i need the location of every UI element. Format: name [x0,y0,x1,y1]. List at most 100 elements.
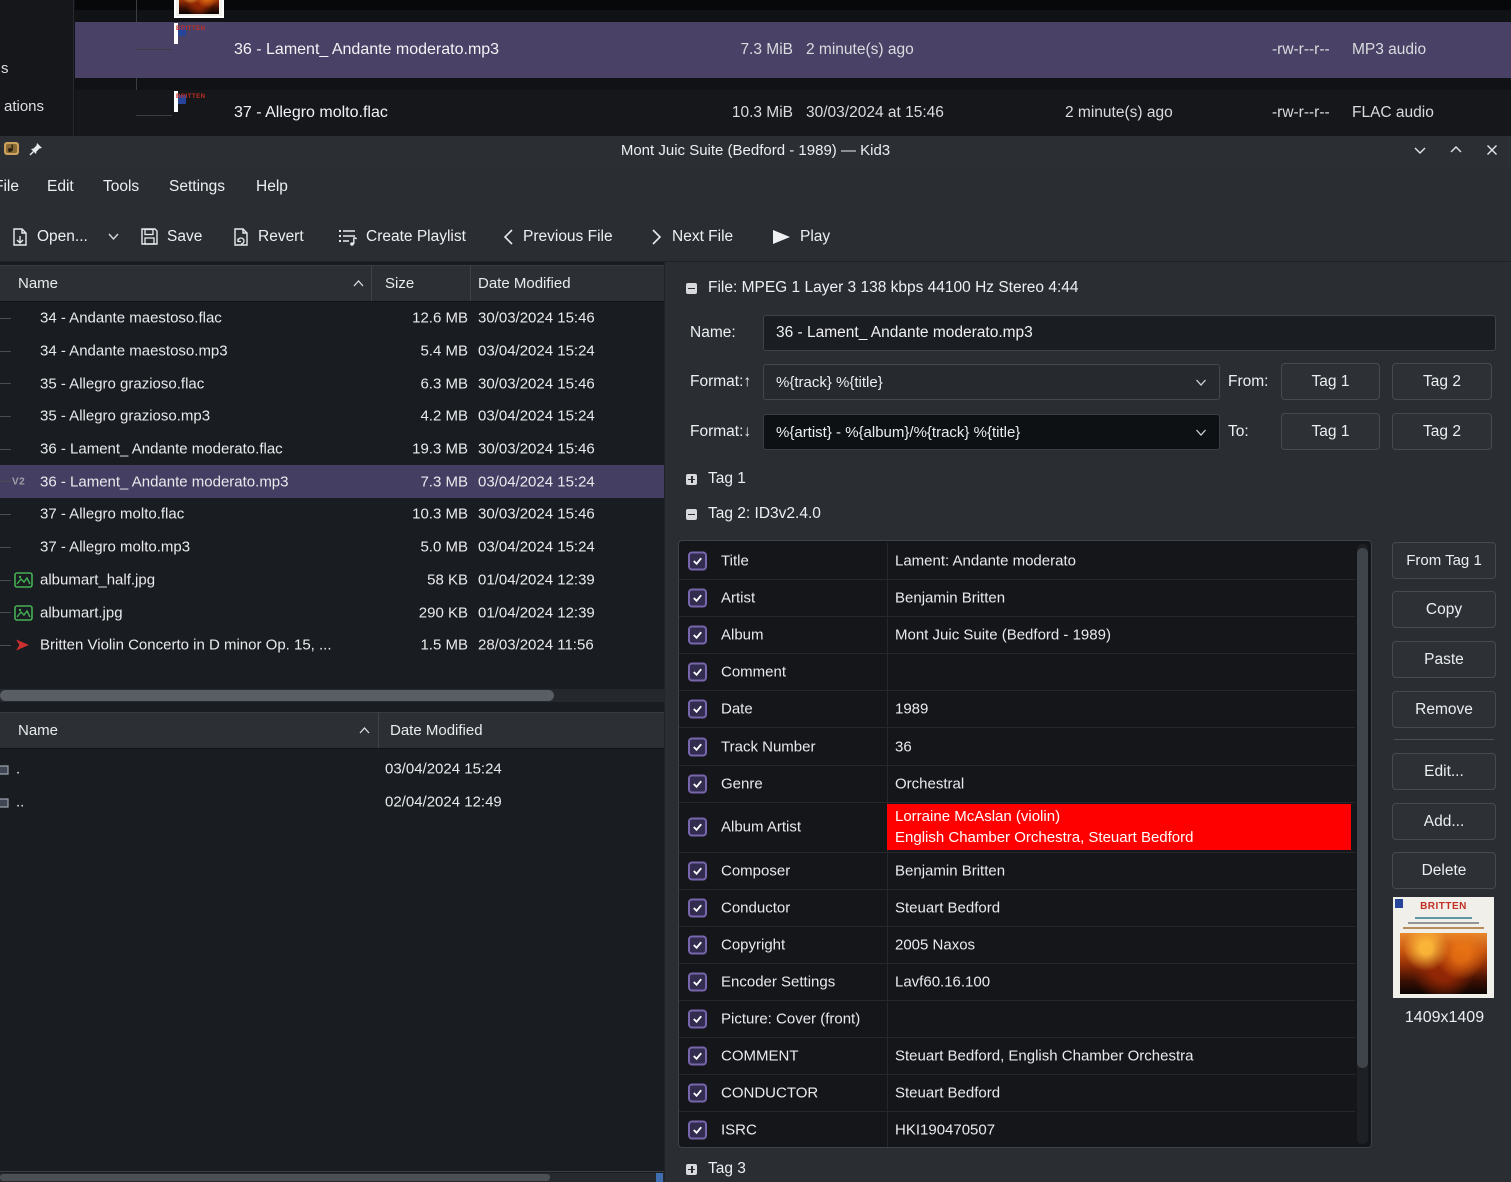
file-row[interactable]: 37 - Allegro molto.flac10.3 MB30/03/2024… [0,498,664,531]
tag-row[interactable]: Track Number36 [679,728,1355,765]
tag-row[interactable]: ArtistBenjamin Britten [679,580,1355,617]
checkbox[interactable] [688,589,707,608]
from-tag1-format-button[interactable]: Tag 1 [1281,363,1380,400]
tag-row[interactable]: Comment [679,654,1355,691]
tag-row[interactable]: Picture: Cover (front) [679,1001,1355,1038]
open-button[interactable]: Open... [10,212,88,261]
tag-row-album-artist[interactable]: Album ArtistLorraine McAslan (violin) En… [679,803,1355,853]
menu-file[interactable]: File [0,178,19,196]
tag-row[interactable]: Date1989 [679,691,1355,728]
scrollbar-handle[interactable] [0,690,554,701]
checkbox[interactable] [688,1121,707,1140]
header-date-modified[interactable]: Date Modified [478,275,571,292]
revert-button[interactable]: Revert [231,212,304,261]
scrollbar-handle[interactable] [1357,548,1368,1068]
collapse-icon[interactable] [686,509,697,520]
titlebar[interactable]: Mont Juic Suite (Bedford - 1989) — Kid3 [0,136,1511,166]
copy-button[interactable]: Copy [1392,591,1496,628]
fm-sidebar-item[interactable]: s [1,60,9,77]
tag-row[interactable]: ComposerBenjamin Britten [679,853,1355,890]
dir-row[interactable]: .03/04/2024 15:24 [0,752,664,785]
checkbox[interactable] [688,898,707,917]
tag1-section[interactable]: Tag 1 [686,470,746,488]
horizontal-scrollbar[interactable] [0,689,665,702]
add-button[interactable]: Add... [1392,803,1496,840]
from-tag2-format-button[interactable]: Tag 2 [1392,363,1492,400]
checkbox[interactable] [688,1047,707,1066]
tag-row[interactable]: Encoder SettingsLavf60.16.100 [679,964,1355,1001]
next-file-button[interactable]: Next File [650,212,733,261]
save-button[interactable]: Save [140,212,202,261]
expand-icon[interactable] [686,474,697,485]
checkbox[interactable] [688,552,707,571]
tag3-section[interactable]: Tag 3 [686,1160,746,1178]
menu-settings[interactable]: Settings [169,178,225,196]
file-row[interactable]: 34 - Andante maestoso.flac12.6 MB30/03/2… [0,302,664,335]
format-from-filename-combobox[interactable]: %{track} %{title} [763,364,1220,400]
checkbox[interactable] [688,935,707,954]
scrollbar-handle[interactable] [0,1174,550,1181]
tag-row[interactable]: CONDUCTORSteuart Bedford [679,1075,1355,1112]
fm-row-selected[interactable]: BRITTEN 36 - Lament_ Andante moderato.mp… [75,22,1511,78]
edit-button[interactable]: Edit... [1392,753,1496,790]
delete-button[interactable]: Delete [1392,852,1496,889]
open-dropdown-chevron[interactable] [107,212,120,261]
bottom-horizontal-scrollbar[interactable] [0,1173,664,1182]
close-button[interactable] [1481,139,1503,161]
error-highlighted-value[interactable]: Lorraine McAslan (violin) English Chambe… [887,804,1351,850]
from-tag1-button[interactable]: From Tag 1 [1392,542,1496,579]
remove-button[interactable]: Remove [1392,691,1496,728]
format-to-filename-combobox[interactable]: %{artist} - %{album}/%{track} %{title} [763,414,1220,450]
tag2-section[interactable]: Tag 2: ID3v2.4.0 [686,505,821,523]
checkbox[interactable] [688,774,707,793]
checkbox[interactable] [688,663,707,682]
menu-help[interactable]: Help [256,178,288,196]
tag-row[interactable]: GenreOrchestral [679,766,1355,803]
maximize-button[interactable] [1445,139,1467,161]
checkbox[interactable] [688,818,707,837]
tag-row[interactable]: ISRCHKI190470507 [679,1112,1355,1148]
checkbox[interactable] [688,626,707,645]
checkbox[interactable] [688,700,707,719]
file-row[interactable]: albumart_half.jpg58 KB01/04/2024 12:39 [0,564,664,597]
file-row[interactable]: 35 - Allegro grazioso.flac6.3 MB30/03/20… [0,367,664,400]
tag-row[interactable]: AlbumMont Juic Suite (Bedford - 1989) [679,617,1355,654]
header-size[interactable]: Size [385,275,414,292]
file-row[interactable]: Britten Violin Concerto in D minor Op. 1… [0,629,664,662]
checkbox[interactable] [688,861,707,880]
header-name[interactable]: Name [18,275,58,292]
checkbox[interactable] [688,1010,707,1029]
file-row[interactable]: 34 - Andante maestoso.mp35.4 MB03/04/202… [0,335,664,368]
previous-file-button[interactable]: Previous File [501,212,613,261]
checkbox[interactable] [688,972,707,991]
create-playlist-button[interactable]: Create Playlist [337,212,466,261]
menu-edit[interactable]: Edit [47,178,74,196]
fm-sidebar-item[interactable]: ations [4,98,44,115]
paste-button[interactable]: Paste [1392,641,1496,678]
tag-row[interactable]: COMMENTSteuart Bedford, English Chamber … [679,1038,1355,1075]
file-row-selected[interactable]: V236 - Lament_ Andante moderato.mp37.3 M… [0,465,664,498]
checkbox[interactable] [688,1084,707,1103]
album-art-preview[interactable]: BRITTEN [1393,897,1494,998]
header-name[interactable]: Name [18,722,58,739]
to-tag2-format-button[interactable]: Tag 2 [1392,413,1492,450]
filename-input[interactable]: 36 - Lament_ Andante moderato.mp3 [763,315,1496,351]
checkbox[interactable] [688,737,707,756]
file-row[interactable]: albumart.jpg290 KB01/04/2024 12:39 [0,596,664,629]
expand-icon[interactable] [686,1164,697,1175]
to-tag1-format-button[interactable]: Tag 1 [1281,413,1380,450]
file-row[interactable]: 35 - Allegro grazioso.mp34.2 MB03/04/202… [0,400,664,433]
collapse-icon[interactable] [686,283,697,294]
file-row[interactable]: 36 - Lament_ Andante moderato.flac19.3 M… [0,433,664,466]
tag-row[interactable]: ConductorSteuart Bedford [679,890,1355,927]
file-info-section[interactable]: File: MPEG 1 Layer 3 138 kbps 44100 Hz S… [686,279,1079,297]
play-button[interactable]: Play [770,212,830,261]
dir-row[interactable]: ..02/04/2024 12:49 [0,785,664,818]
vertical-scrollbar[interactable] [1357,544,1368,1144]
minimize-button[interactable] [1409,139,1431,161]
fm-row[interactable]: BRITTEN 37 - Allegro molto.flac 10.3 MiB… [75,90,1511,136]
menu-tools[interactable]: Tools [103,178,139,196]
tag-row[interactable]: Copyright2005 Naxos [679,927,1355,964]
file-row[interactable]: 37 - Allegro molto.mp35.0 MB03/04/2024 1… [0,531,664,564]
tag-row[interactable]: TitleLament: Andante moderato [679,543,1355,580]
